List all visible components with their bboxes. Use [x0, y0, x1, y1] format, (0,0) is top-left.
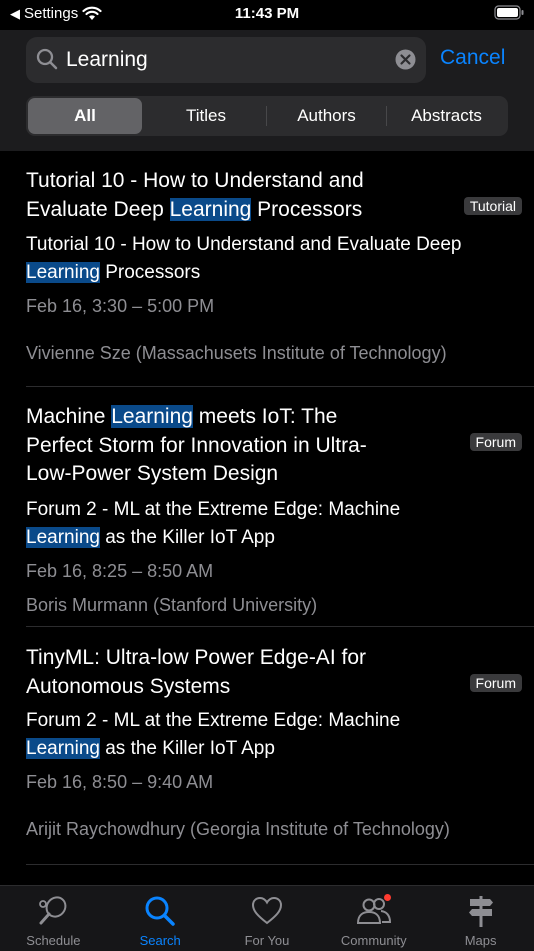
tab-search[interactable]: Search	[107, 886, 214, 951]
search-highlight: Learning	[169, 197, 252, 221]
search-query[interactable]: Learning	[66, 48, 148, 72]
cancel-button[interactable]: Cancel	[440, 46, 505, 70]
tab-label: Community	[340, 933, 407, 948]
session-time: Feb 16, 8:25 – 8:50 AM	[26, 561, 214, 581]
search-icon	[145, 896, 175, 926]
tab-for-you[interactable]: For You	[214, 886, 321, 951]
heart-icon	[251, 896, 282, 925]
type-badge: Tutorial	[463, 197, 522, 215]
speaker: Vivienne Sze (Massachusets Institute of …	[26, 343, 447, 363]
tab-community[interactable]: Community	[320, 886, 427, 951]
separator	[26, 864, 534, 865]
type-badge: Forum	[469, 433, 522, 451]
tab-bar: Schedule Search For You Community Maps	[0, 885, 534, 951]
clear-icon[interactable]	[395, 49, 416, 70]
search-highlight: Learning	[26, 737, 100, 759]
session-title: Tutorial 10 - How to Understand and Eval…	[26, 234, 462, 283]
segment-authors[interactable]: Authors	[267, 98, 386, 134]
status-bar: ◀ Settings 11:43 PM	[0, 0, 534, 30]
session-title: Forum 2 - ML at the Extreme Edge: Machin…	[26, 710, 401, 759]
tab-label: For You	[244, 933, 290, 948]
search-highlight: Learning	[26, 526, 100, 548]
search-highlight: Learning	[111, 405, 193, 428]
search-scope-control: All Titles Authors Abstracts	[26, 96, 508, 136]
segment-all[interactable]: All	[28, 98, 142, 134]
search-header: Learning Cancel All Titles Authors Abstr…	[0, 30, 534, 151]
session-time: Feb 16, 8:50 – 9:40 AM	[26, 772, 214, 792]
battery-icon	[494, 5, 524, 25]
tennis-racket-icon	[39, 896, 67, 925]
search-highlight: Learning	[26, 261, 100, 283]
tab-schedule[interactable]: Schedule	[0, 886, 107, 951]
segment-titles[interactable]: Titles	[146, 98, 266, 134]
result-title: Machine Learning meets IoT: The Perfect …	[26, 405, 367, 485]
session-title: Forum 2 - ML at the Extreme Edge: Machin…	[26, 499, 401, 548]
status-time: 11:43 PM	[234, 5, 300, 22]
session-time: Feb 16, 3:30 – 5:00 PM	[26, 296, 215, 316]
segment-abstracts[interactable]: Abstracts	[387, 98, 506, 134]
result-item[interactable]: TinyML: Ultra-low Power Edge-AI for Auto…	[0, 627, 534, 865]
speaker: Boris Murmann (Stanford University)	[26, 595, 318, 615]
result-title: TinyML: Ultra-low Power Edge-AI for Auto…	[26, 646, 366, 698]
result-item[interactable]: Machine Learning meets IoT: The Perfect …	[0, 387, 534, 627]
tab-label: Search	[139, 933, 181, 948]
result-item[interactable]: Tutorial 10 - How to Understand and Eval…	[0, 151, 534, 387]
tab-maps[interactable]: Maps	[427, 886, 534, 951]
tab-label: Maps	[464, 933, 497, 948]
tab-label: Schedule	[26, 933, 81, 948]
signpost-icon	[468, 896, 493, 927]
speaker: Arijit Raychowdhury (Georgia Institute o…	[26, 819, 450, 839]
result-title: Tutorial 10 - How to Understand and Eval…	[26, 169, 364, 221]
search-icon	[36, 48, 58, 70]
type-badge: Forum	[469, 674, 522, 692]
search-input[interactable]: Learning	[26, 37, 426, 83]
